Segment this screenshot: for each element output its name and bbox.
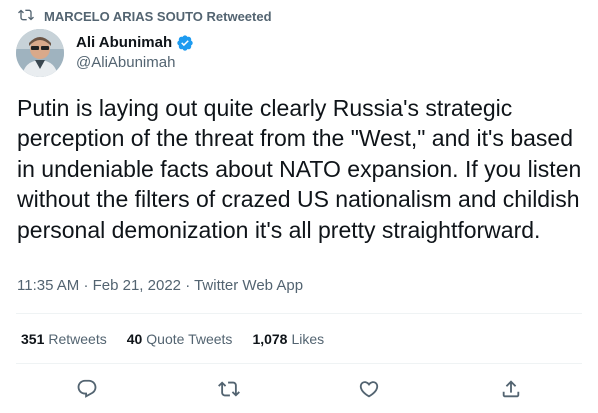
quote-tweets-count: 40 — [126, 331, 143, 347]
tweet-meta: 11:35 AM · Feb 21, 2022 · Twitter Web Ap… — [17, 277, 303, 294]
likes-label: Likes — [291, 331, 325, 347]
likes-count: 1,078 — [252, 331, 288, 347]
handle[interactable]: @AliAbunimah — [76, 53, 194, 73]
meta-separator: · — [83, 277, 89, 294]
retweet-button[interactable] — [218, 378, 240, 400]
tweet-text: Putin is laying out quite clearly Russia… — [17, 95, 582, 243]
tweet-actions — [0, 378, 598, 400]
verified-badge-icon — [176, 34, 194, 52]
retweets-count: 351 — [21, 331, 45, 347]
retweet-banner[interactable]: MARCELO ARIAS SOUTO Retweeted — [18, 6, 272, 26]
tweet-date[interactable]: Feb 21, 2022 — [93, 277, 181, 294]
divider — [16, 363, 582, 364]
quote-tweets-label: Quote Tweets — [146, 331, 233, 347]
retweet-icon — [18, 7, 34, 26]
retweet-icon — [218, 378, 240, 400]
meta-separator: · — [185, 277, 191, 294]
retweets-label: Retweets — [48, 331, 107, 347]
reply-icon — [76, 378, 98, 400]
tweet-stats: 351 Retweets 40 Quote Tweets 1,078 Likes — [21, 331, 324, 347]
reply-button[interactable] — [76, 378, 98, 400]
quote-tweets-stat[interactable]: 40 Quote Tweets — [127, 331, 233, 347]
share-icon — [500, 378, 522, 400]
display-name[interactable]: Ali Abunimah — [76, 33, 172, 53]
tweet-time[interactable]: 11:35 AM — [17, 277, 79, 294]
avatar[interactable] — [16, 29, 64, 77]
tweet-source[interactable]: Twitter Web App — [194, 277, 303, 294]
like-button[interactable] — [358, 378, 380, 400]
likes-stat[interactable]: 1,078 Likes — [252, 331, 324, 347]
retweet-banner-text: MARCELO ARIAS SOUTO Retweeted — [44, 8, 272, 24]
divider — [16, 313, 582, 314]
share-button[interactable] — [500, 378, 522, 400]
heart-icon — [358, 378, 380, 400]
retweets-stat[interactable]: 351 Retweets — [21, 331, 107, 347]
author-row: Ali Abunimah @AliAbunimah — [16, 29, 194, 77]
